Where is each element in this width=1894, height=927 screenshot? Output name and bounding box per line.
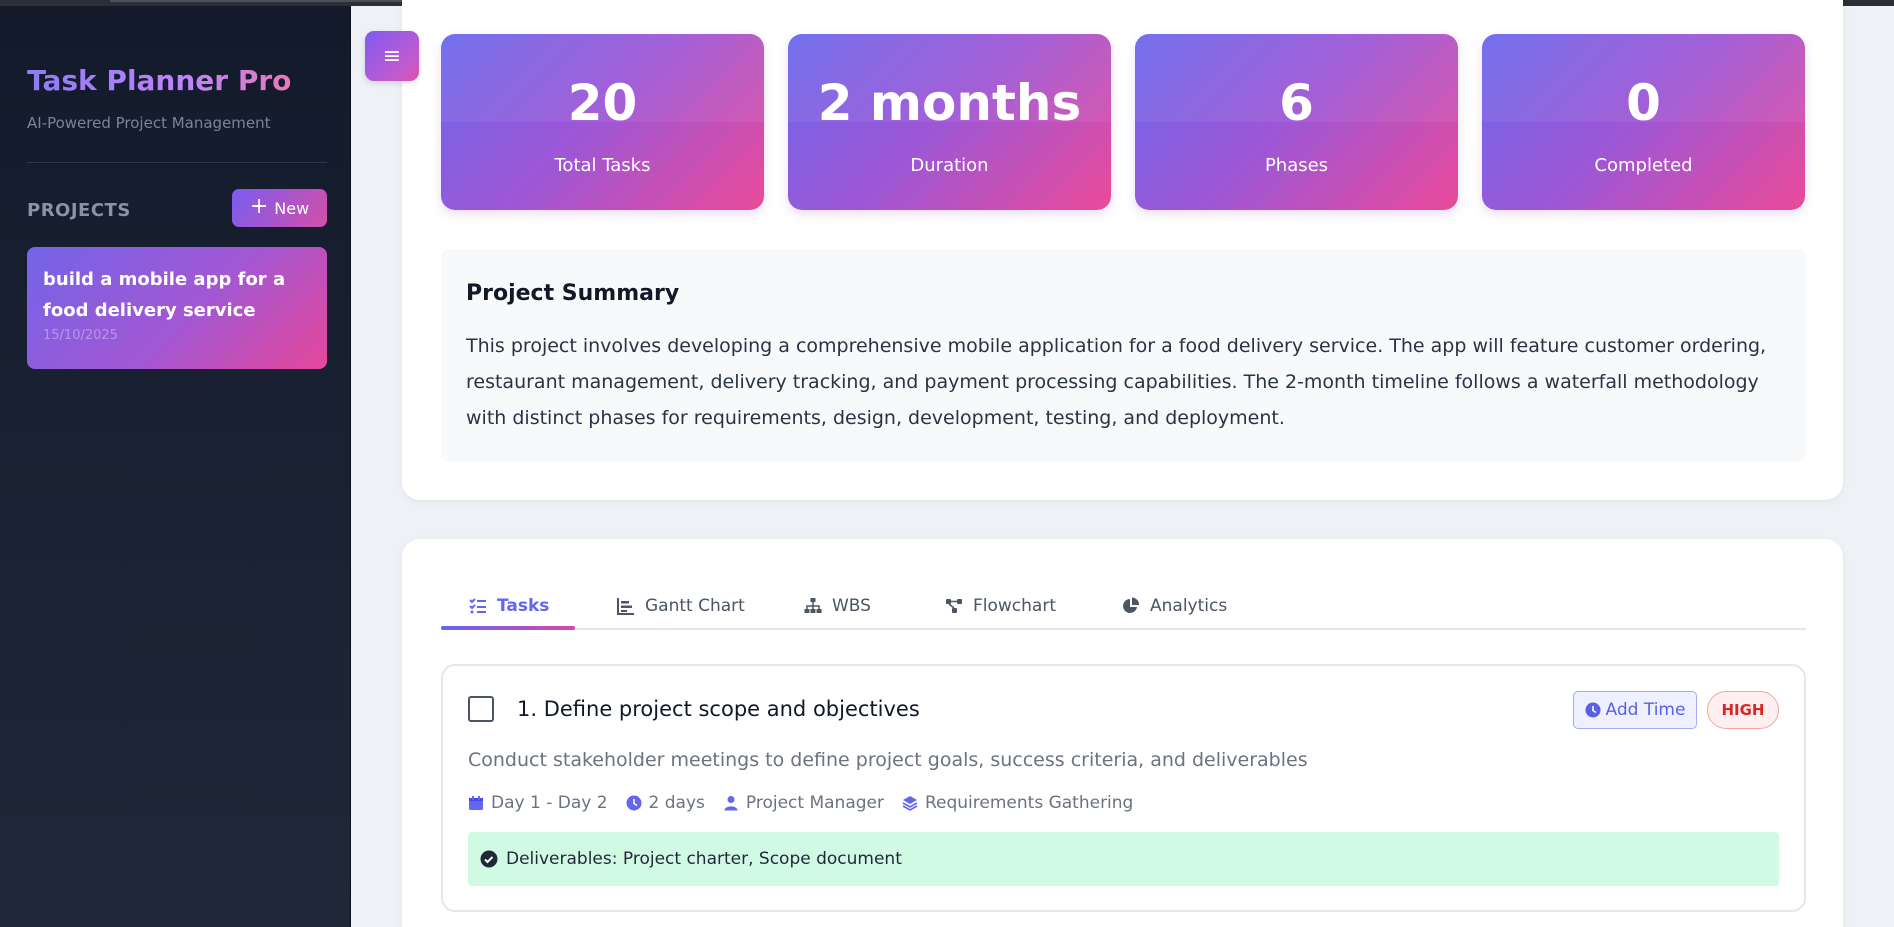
tab-label: Flowchart xyxy=(973,596,1056,616)
stat-label: Duration xyxy=(910,155,989,176)
stat-label: Completed xyxy=(1594,155,1693,176)
clock-icon xyxy=(1585,702,1601,718)
project-summary: Project Summary This project involves de… xyxy=(441,249,1806,462)
flow-icon xyxy=(946,599,962,613)
pie-chart-icon xyxy=(1123,597,1140,613)
active-tab-indicator xyxy=(441,626,575,630)
task-meta: Day 1 - Day 2 2 days Project Manager Req… xyxy=(468,793,1133,813)
tab-label: WBS xyxy=(832,596,871,616)
tab-label: Tasks xyxy=(497,596,550,616)
stat-card-total-tasks: 20 Total Tasks xyxy=(441,34,764,210)
menu-toggle-button[interactable]: ≡ xyxy=(365,31,419,81)
task-duration: 2 days xyxy=(626,793,705,813)
tab-analytics[interactable]: Analytics xyxy=(1122,582,1227,630)
calendar-icon xyxy=(469,796,483,810)
list-check-icon xyxy=(469,598,486,614)
project-list-item[interactable]: build a mobile app for a food delivery s… xyxy=(27,247,327,369)
task-description: Conduct stakeholder meetings to define p… xyxy=(468,749,1308,771)
phase-text: Requirements Gathering xyxy=(924,793,1134,813)
task-title: 1. Define project scope and objectives xyxy=(517,697,920,721)
duration-text: 2 days xyxy=(648,793,705,813)
task-phase: Requirements Gathering xyxy=(902,793,1133,813)
schedule-text: Day 1 - Day 2 xyxy=(491,793,608,813)
app-title: Task Planner Pro xyxy=(27,64,292,97)
task-complete-checkbox[interactable] xyxy=(468,696,494,722)
task-schedule: Day 1 - Day 2 xyxy=(468,793,608,813)
task-deliverables: Deliverables: Project charter, Scope doc… xyxy=(468,832,1779,886)
task-card: 1. Define project scope and objectives A… xyxy=(441,664,1806,912)
plus-icon: + xyxy=(249,194,269,219)
project-title: build a mobile app for a food delivery s… xyxy=(43,269,286,321)
task-assignee: Project Manager xyxy=(723,793,884,813)
check-circle-icon xyxy=(480,850,498,868)
project-date: 15/10/2025 xyxy=(43,328,118,343)
stat-label: Phases xyxy=(1264,155,1329,176)
summary-text: This project involves developing a compr… xyxy=(466,335,1767,429)
sidebar-divider xyxy=(27,162,327,163)
sitemap-icon xyxy=(804,598,822,613)
tab-tasks[interactable]: Tasks xyxy=(469,582,549,630)
new-project-button[interactable]: + New xyxy=(232,189,327,227)
sidebar: Task Planner Pro AI-Powered Project Mana… xyxy=(0,6,351,927)
tab-label: Gantt Chart xyxy=(645,596,745,616)
stat-card-phases: 6 Phases xyxy=(1135,34,1458,210)
projects-heading: PROJECTS xyxy=(27,200,131,221)
stat-card-duration: 2 months Duration xyxy=(788,34,1111,210)
stat-value: 6 xyxy=(1279,74,1314,132)
view-tabs: Tasks Gantt Chart WBS Flowchart Analytic… xyxy=(441,582,1806,630)
app-tagline: AI-Powered Project Management xyxy=(27,114,271,132)
stat-card-completed: 0 Completed xyxy=(1482,34,1805,210)
add-time-label: Add Time xyxy=(1605,700,1686,720)
assignee-text: Project Manager xyxy=(745,793,884,813)
new-button-label: New xyxy=(274,198,310,218)
user-icon xyxy=(724,796,738,811)
tab-label: Analytics xyxy=(1150,596,1228,616)
tab-wbs[interactable]: WBS xyxy=(804,582,871,630)
stat-label: Total Tasks xyxy=(554,155,651,176)
deliverables-text: Deliverables: Project charter, Scope doc… xyxy=(506,849,902,869)
summary-title: Project Summary xyxy=(466,281,680,306)
clock-icon xyxy=(626,795,642,811)
layers-icon xyxy=(902,796,918,811)
hamburger-icon: ≡ xyxy=(382,43,402,69)
tab-flowchart[interactable]: Flowchart xyxy=(945,582,1056,630)
priority-badge: HIGH xyxy=(1707,691,1779,729)
add-time-button[interactable]: Add Time xyxy=(1573,691,1697,729)
bar-chart-icon xyxy=(617,598,634,615)
tab-gantt-chart[interactable]: Gantt Chart xyxy=(617,582,745,630)
stat-value: 0 xyxy=(1626,74,1661,132)
stat-value: 20 xyxy=(567,74,638,132)
stat-value: 2 months xyxy=(817,74,1082,132)
